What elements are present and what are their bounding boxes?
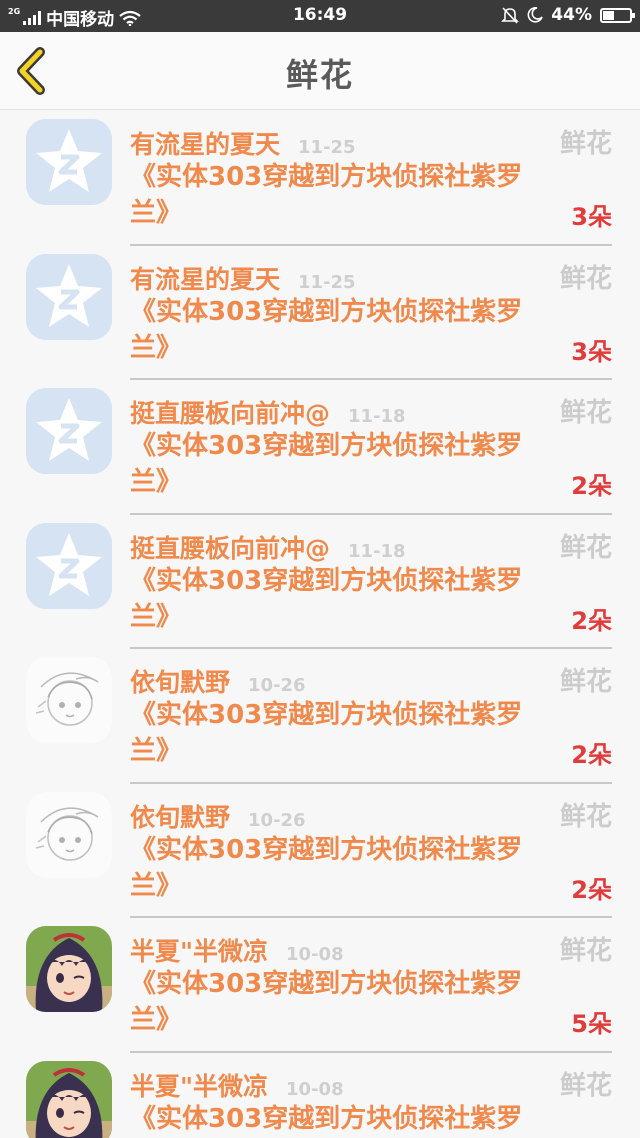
flower-count: 2朵 [571, 472, 612, 500]
sender-name-text: 挺直腰板向前冲@ [130, 399, 331, 428]
sender-name[interactable]: 挺直腰板向前冲@ 11-18 [130, 529, 406, 565]
gift-type: 鲜花 [559, 263, 612, 294]
list-item[interactable]: 有流星的夏天 11-25 鲜花 《实体303穿越到方块侦探社紫罗兰》 3朵 [0, 246, 640, 380]
gift-type: 鲜花 [559, 936, 612, 966]
avatar[interactable] [26, 388, 112, 474]
record-date: 10-26 [248, 809, 306, 831]
record-date: 10-26 [248, 675, 306, 696]
list-item[interactable]: 半夏"半微凉 10-08 鲜花《实体303穿越到方块侦探社紫罗兰》 [0, 1053, 640, 1138]
sender-name[interactable]: 有流星的夏天 11-25 [130, 125, 356, 161]
gift-type: 鲜花 [559, 667, 612, 697]
record-date: 11-25 [298, 137, 356, 158]
flower-count: 2朵 [571, 606, 612, 635]
avatar[interactable] [26, 119, 112, 205]
qq-star-icon [26, 522, 112, 609]
list-item[interactable]: 挺直腰板向前冲@ 11-18 鲜花 《实体303穿越到方块侦探社紫罗兰》 2朵 [0, 515, 640, 649]
sender-name-text: 依旬默野 [130, 802, 231, 832]
nav-bar: 鲜花 [0, 32, 640, 110]
book-title[interactable]: 《实体303穿越到方块侦探社紫罗兰》 [130, 966, 550, 1038]
book-title[interactable]: 《实体303穿越到方块侦探社紫罗兰》 [130, 832, 550, 904]
sketch-girl-avatar [26, 657, 112, 743]
sender-name-text: 有流星的夏天 [130, 130, 281, 159]
avatar[interactable] [26, 791, 112, 878]
avatar[interactable] [26, 1060, 112, 1138]
sender-name-text: 半夏"半微凉 [130, 1071, 269, 1101]
sender-name[interactable]: 有流星的夏天 11-25 [130, 260, 356, 296]
sender-name[interactable]: 依旬默野 10-26 [130, 798, 306, 834]
battery-icon [600, 7, 635, 23]
avatar[interactable] [26, 522, 112, 609]
list-item[interactable]: 半夏"半微凉 10-08 鲜花 《实体303穿越到方块侦探社紫罗兰》 5朵 [0, 918, 640, 1053]
sender-name-text: 半夏"半微凉 [130, 937, 269, 966]
qq-star-icon [26, 388, 112, 474]
flower-count: 5朵 [571, 1010, 612, 1038]
sender-name[interactable]: 半夏"半微凉 10-08 [130, 1067, 344, 1103]
list-item[interactable]: 挺直腰板向前冲@ 11-18 鲜花 《实体303穿越到方块侦探社紫罗兰》 2朵 [0, 380, 640, 515]
battery-percent: 44% [551, 5, 592, 25]
list-item[interactable]: 有流星的夏天 11-25 鲜花 《实体303穿越到方块侦探社紫罗兰》 3朵 [0, 111, 640, 246]
sketch-girl-avatar [26, 791, 112, 878]
anime-girl-avatar [26, 926, 112, 1012]
moon-icon [527, 7, 544, 23]
flower-record-list: 有流星的夏天 11-25 鲜花 《实体303穿越到方块侦探社紫罗兰》 3朵 有流星的夏天… [0, 111, 640, 1138]
record-date: 11-18 [348, 406, 406, 427]
flower-count: 3朵 [571, 337, 612, 366]
anime-girl-avatar [26, 1060, 112, 1138]
book-title[interactable]: 《实体303穿越到方块侦探社紫罗兰》 [130, 563, 550, 635]
book-title[interactable]: 《实体303穿越到方块侦探社紫罗兰》 [130, 697, 550, 769]
gift-type: 鲜花 [559, 398, 612, 428]
sender-name[interactable]: 依旬默野 10-26 [130, 663, 306, 699]
list-item[interactable]: 依旬默野 10-26 鲜花 《实体303穿越到方块侦探社紫罗兰》 2朵 [0, 649, 640, 784]
flower-count: 2朵 [571, 875, 612, 904]
sender-name-text: 有流星的夏天 [130, 264, 281, 294]
sender-name[interactable]: 挺直腰板向前冲@ 11-18 [130, 394, 406, 430]
book-title[interactable]: 《实体303穿越到方块侦探社紫罗兰》 [130, 159, 550, 231]
qq-star-icon [26, 253, 112, 340]
status-bar: 2G 中国移动 16:49 44% [0, 0, 640, 32]
flower-count: 2朵 [571, 741, 612, 769]
battery-level [603, 10, 614, 20]
gift-type: 鲜花 [559, 129, 612, 159]
avatar[interactable] [26, 657, 112, 743]
book-title[interactable]: 《实体303穿越到方块侦探社紫罗兰》 [130, 428, 550, 500]
sender-name-text: 挺直腰板向前冲@ [130, 533, 331, 563]
sender-name[interactable]: 半夏"半微凉 10-08 [130, 932, 344, 968]
record-date: 11-25 [298, 271, 356, 293]
book-title[interactable]: 《实体303穿越到方块侦探社紫罗兰》 [130, 294, 550, 366]
sender-name-text: 依旬默野 [130, 668, 231, 697]
gift-type: 鲜花 [559, 801, 612, 832]
qq-star-icon [26, 119, 112, 205]
record-date: 11-18 [348, 540, 406, 562]
gift-type: 鲜花 [559, 532, 612, 563]
status-right: 44% [501, 5, 635, 25]
flower-count: 3朵 [571, 203, 612, 231]
gift-type: 鲜花 [559, 1070, 612, 1101]
mute-icon [501, 7, 520, 24]
avatar[interactable] [26, 253, 112, 340]
record-date: 10-08 [286, 1078, 344, 1100]
page-title: 鲜花 [285, 56, 354, 94]
avatar[interactable] [26, 926, 112, 1012]
book-title[interactable]: 《实体303穿越到方块侦探社紫罗兰》 [130, 1101, 550, 1138]
list-item[interactable]: 依旬默野 10-26 鲜花 《实体303穿越到方块侦探社紫罗兰》 2朵 [0, 784, 640, 918]
record-date: 10-08 [286, 944, 344, 965]
